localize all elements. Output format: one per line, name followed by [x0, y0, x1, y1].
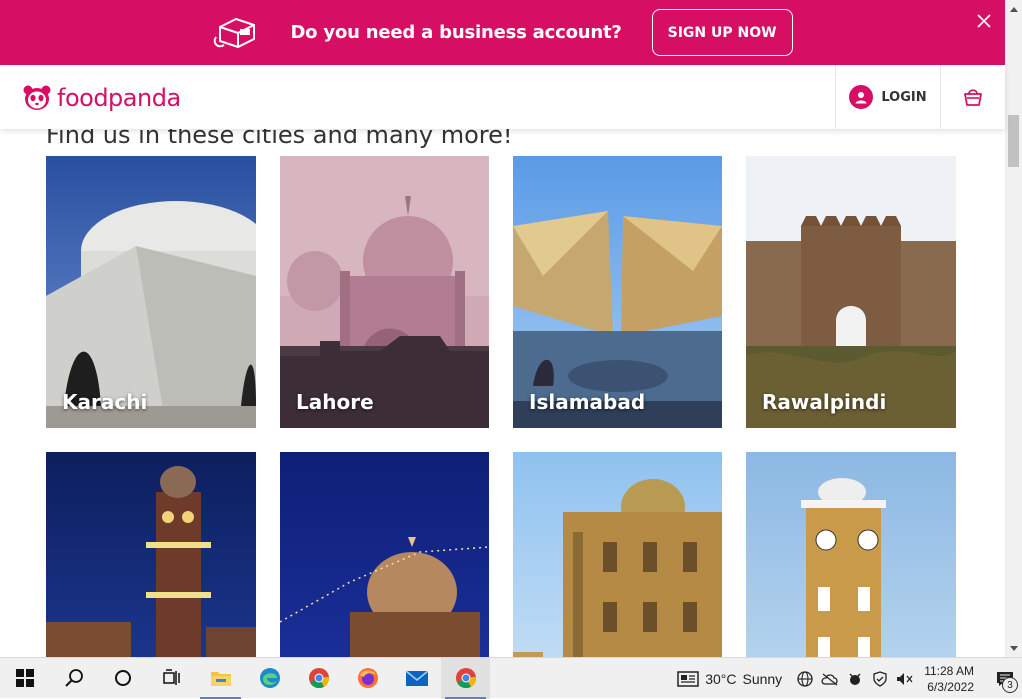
city-card-lahore[interactable]: Lahore	[280, 156, 489, 428]
islamabad-image	[513, 156, 722, 428]
weather-widget[interactable]: 30°C Sunny	[677, 670, 782, 688]
news-weather-icon	[677, 670, 699, 687]
shopping-bag-icon	[964, 89, 982, 106]
chrome-active-button[interactable]	[441, 657, 490, 699]
start-button[interactable]	[0, 658, 49, 699]
task-view-button[interactable]	[147, 658, 196, 699]
main-content: Find us in these cities and many more! K…	[0, 129, 1005, 657]
city-grid: Karachi Lahore Islamabad Rawalpindi	[46, 156, 956, 657]
city-card-islamabad[interactable]: Islamabad	[513, 156, 722, 428]
cortana-icon	[114, 670, 131, 686]
windows-icon	[15, 669, 34, 687]
rawalpindi-image	[746, 156, 956, 428]
city-card-karachi[interactable]: Karachi	[46, 156, 256, 428]
city-name-lahore: Lahore	[296, 390, 374, 414]
karachi-image	[46, 156, 256, 428]
lahore-image	[280, 156, 489, 428]
close-icon[interactable]	[977, 14, 991, 28]
file-explorer-button[interactable]	[196, 658, 245, 699]
panda-icon	[23, 85, 51, 110]
briefcase-icon	[212, 13, 260, 53]
search-icon	[64, 669, 83, 687]
city-name-karachi: Karachi	[62, 390, 148, 414]
search-button[interactable]	[49, 658, 98, 699]
chrome-button[interactable]	[294, 658, 343, 699]
mail-icon	[404, 670, 429, 686]
user-icon	[849, 85, 874, 109]
city-card-rawalpindi[interactable]: Rawalpindi	[746, 156, 956, 428]
clock[interactable]: 11:28 AM 6/3/2022	[924, 663, 974, 695]
section-title: Find us in these cities and many more!	[46, 129, 513, 149]
volume-muted-icon[interactable]	[896, 670, 914, 688]
scroll-thumb[interactable]	[1008, 115, 1019, 167]
chrome-icon	[308, 668, 329, 689]
notification-button[interactable]: 3	[988, 658, 1022, 699]
scroll-down-arrow-icon[interactable]	[1005, 640, 1022, 657]
site-header: foodpanda LOGIN	[0, 65, 1005, 129]
mail-button[interactable]	[392, 658, 441, 699]
login-label: LOGIN	[881, 89, 927, 105]
scroll-up-arrow-icon[interactable]	[1005, 0, 1022, 17]
city-name-rawalpindi: Rawalpindi	[762, 390, 887, 414]
firefox-icon	[357, 668, 378, 688]
brand-name: foodpanda	[57, 84, 181, 112]
page-scrollbar[interactable]	[1005, 0, 1022, 657]
ornate-building-image	[513, 452, 722, 657]
city-card-6[interactable]	[280, 452, 489, 657]
clock-date: 6/3/2022	[927, 679, 974, 694]
cart-button[interactable]	[940, 65, 1005, 129]
windows-taskbar: 30°C Sunny 11:28 AM 6/3/2022 3	[0, 657, 1022, 699]
city-card-5[interactable]	[46, 452, 256, 657]
weather-text: Sunny	[742, 670, 783, 687]
chrome-icon	[455, 668, 476, 689]
app-tray-icon[interactable]	[846, 670, 864, 688]
task-view-icon	[162, 669, 180, 685]
notification-count-badge: 3	[1002, 677, 1018, 693]
edge-icon	[259, 668, 280, 688]
clock-tower-day-image	[746, 452, 956, 657]
city-card-7[interactable]	[513, 452, 722, 657]
folder-icon	[210, 672, 231, 686]
tray-icons	[796, 670, 914, 688]
shrine-night-image	[280, 452, 489, 657]
system-tray: 30°C Sunny 11:28 AM 6/3/2022 3	[677, 658, 1022, 699]
clock-time: 11:28 AM	[924, 663, 974, 678]
globe-icon[interactable]	[796, 670, 814, 688]
clock-tower-night-image	[46, 452, 256, 657]
weather-temp: 30°C	[705, 670, 737, 687]
foodpanda-logo[interactable]: foodpanda	[23, 84, 181, 112]
business-banner: Do you need a business account? SIGN UP …	[0, 0, 1005, 65]
city-name-islamabad: Islamabad	[529, 390, 646, 414]
banner-text: Do you need a business account?	[290, 22, 622, 43]
edge-button[interactable]	[245, 658, 294, 699]
cortana-button[interactable]	[98, 658, 147, 699]
login-button[interactable]: LOGIN	[835, 65, 940, 129]
city-card-8[interactable]	[746, 452, 956, 657]
security-shield-icon[interactable]	[871, 670, 889, 688]
onedrive-icon[interactable]	[821, 670, 839, 688]
sign-up-button[interactable]: SIGN UP NOW	[651, 9, 793, 56]
firefox-button[interactable]	[343, 658, 392, 699]
